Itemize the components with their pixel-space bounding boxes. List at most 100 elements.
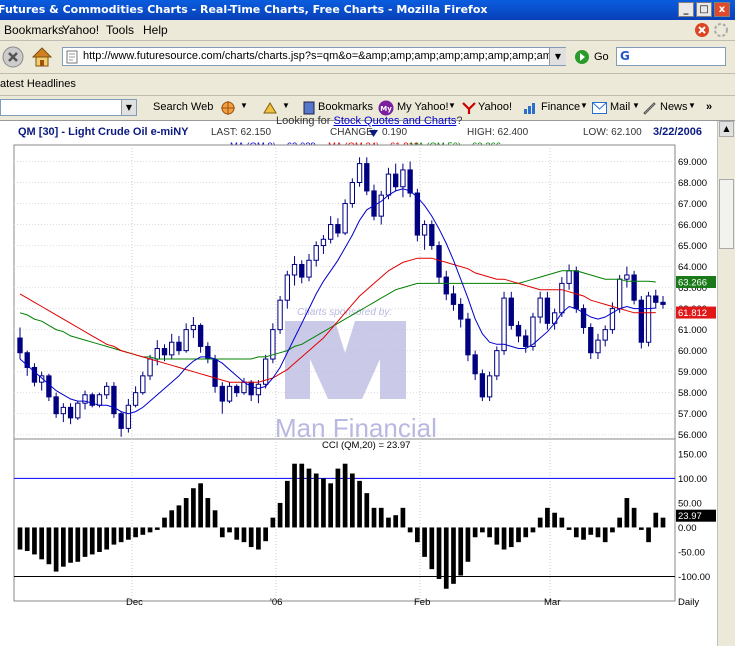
address-bar[interactable]: http://www.futuresource.com/charts/chart… <box>62 47 566 66</box>
candle-body <box>501 297 507 352</box>
candle-body <box>306 259 312 278</box>
candle-body <box>407 169 413 194</box>
finance-dropdown[interactable]: ▼ <box>580 101 588 110</box>
go-icon[interactable] <box>574 49 590 65</box>
stop-icon[interactable] <box>694 22 710 38</box>
close-window-button[interactable]: x <box>714 2 730 17</box>
cci-bar <box>523 527 529 538</box>
ma34-value-tag: 61.812 <box>676 306 716 319</box>
go-button-label[interactable]: Go <box>594 51 609 63</box>
search-input[interactable]: G <box>616 47 726 66</box>
cci-bar <box>595 527 601 538</box>
search-engine-icon: G <box>620 49 630 63</box>
yahoo-button[interactable]: Yahoo! <box>478 101 512 113</box>
menu-bookmarks[interactable]: Bookmarks <box>4 23 64 37</box>
candle-body <box>515 324 522 337</box>
candle-body <box>67 406 74 419</box>
page-icon <box>66 50 78 64</box>
cci-bar <box>299 463 305 528</box>
yahoo-bookmarks-button[interactable]: Bookmarks <box>318 101 373 113</box>
cci-tag-text: 23.97 <box>678 511 702 522</box>
cci-bar <box>248 527 254 548</box>
cci-bar <box>349 473 355 528</box>
yahoo-icon <box>462 102 476 114</box>
menu-yahoo[interactable]: Yahoo! <box>62 23 99 37</box>
cci-bar <box>133 527 138 538</box>
watermark-sponsor-text: Charts sponsored by: <box>297 307 392 318</box>
my-yahoo-dropdown[interactable]: ▼ <box>448 101 456 110</box>
cci-bar <box>537 517 543 528</box>
menu-help[interactable]: Help <box>143 23 168 37</box>
cci-bar <box>443 527 449 589</box>
scroll-up-button[interactable]: ▲ <box>719 121 734 137</box>
toolbar-overflow-button[interactable]: » <box>706 101 712 113</box>
candle-body <box>284 274 290 301</box>
cci-bar <box>270 517 276 528</box>
cci-bar <box>46 527 52 565</box>
candle-body <box>132 392 139 406</box>
candle-body <box>248 381 254 396</box>
scroll-thumb[interactable] <box>719 179 734 249</box>
activity-icon <box>714 23 728 37</box>
cci-bar <box>378 507 384 528</box>
finance-icon <box>524 103 535 114</box>
minimize-button[interactable]: _ <box>678 2 694 17</box>
candle-body <box>327 224 334 240</box>
bookmark-latest-headlines[interactable]: atest Headlines <box>0 78 76 90</box>
highlight-dropdown[interactable]: ▼ <box>282 101 290 110</box>
period-label: Daily <box>678 597 699 608</box>
cci-bar <box>24 527 30 551</box>
cci-bar <box>97 527 102 552</box>
cci-bar <box>335 468 341 528</box>
home-icon[interactable] <box>30 45 54 69</box>
finance-button[interactable]: Finance <box>541 101 580 113</box>
my-yahoo-button[interactable]: My Yahoo! <box>397 101 449 113</box>
news-button[interactable]: News <box>660 101 688 113</box>
mail-button[interactable]: Mail <box>610 101 630 113</box>
price-tick-label: 60.000 <box>678 346 707 357</box>
mail-dropdown[interactable]: ▼ <box>632 101 640 110</box>
candle-body <box>660 301 666 305</box>
candle-body <box>465 318 471 356</box>
cci-bar <box>198 483 203 528</box>
yahoo-search-dropdown[interactable]: ▼ <box>121 100 136 115</box>
maximize-button[interactable]: □ <box>696 2 712 17</box>
x-axis-label: Feb <box>414 597 430 608</box>
target-dropdown[interactable]: ▼ <box>240 101 248 110</box>
candlestick <box>501 291 507 355</box>
candle-body <box>631 274 637 301</box>
candle-body <box>472 354 478 375</box>
candle-body <box>544 297 551 324</box>
candlestick <box>486 371 493 402</box>
cci-bar <box>61 527 66 567</box>
mail-icon <box>592 102 607 114</box>
page-content: Looking for Stock Quotes and Charts? QM … <box>0 115 717 646</box>
cci-bar <box>646 527 651 543</box>
candle-body <box>385 173 392 196</box>
cci-bar <box>451 527 456 584</box>
highlight-icon[interactable] <box>262 100 278 116</box>
candlestick <box>262 354 269 389</box>
candle-body <box>371 190 377 217</box>
vertical-scrollbar[interactable]: ▲ <box>717 121 735 646</box>
search-web-button[interactable]: Search Web <box>153 101 213 113</box>
cci-bar <box>183 498 189 528</box>
news-dropdown[interactable]: ▼ <box>688 101 696 110</box>
candle-body <box>313 245 319 261</box>
address-dropdown-button[interactable]: ▼ <box>549 48 566 65</box>
target-icon[interactable] <box>220 100 236 116</box>
price-tick-label: 57.000 <box>678 409 707 420</box>
candlestick <box>645 291 652 347</box>
cci-bar <box>313 473 319 528</box>
stop-load-icon[interactable] <box>2 46 24 68</box>
candlestick <box>46 373 52 402</box>
cci-bar <box>429 527 435 570</box>
candle-body <box>436 245 442 278</box>
candle-body <box>342 203 348 234</box>
yahoo-search-input[interactable]: ▼ <box>0 99 137 116</box>
candle-body <box>219 385 225 402</box>
candle-body <box>588 327 594 354</box>
menu-tools[interactable]: Tools <box>106 23 134 37</box>
cci-bar <box>638 527 644 530</box>
cci-bar <box>328 483 334 528</box>
